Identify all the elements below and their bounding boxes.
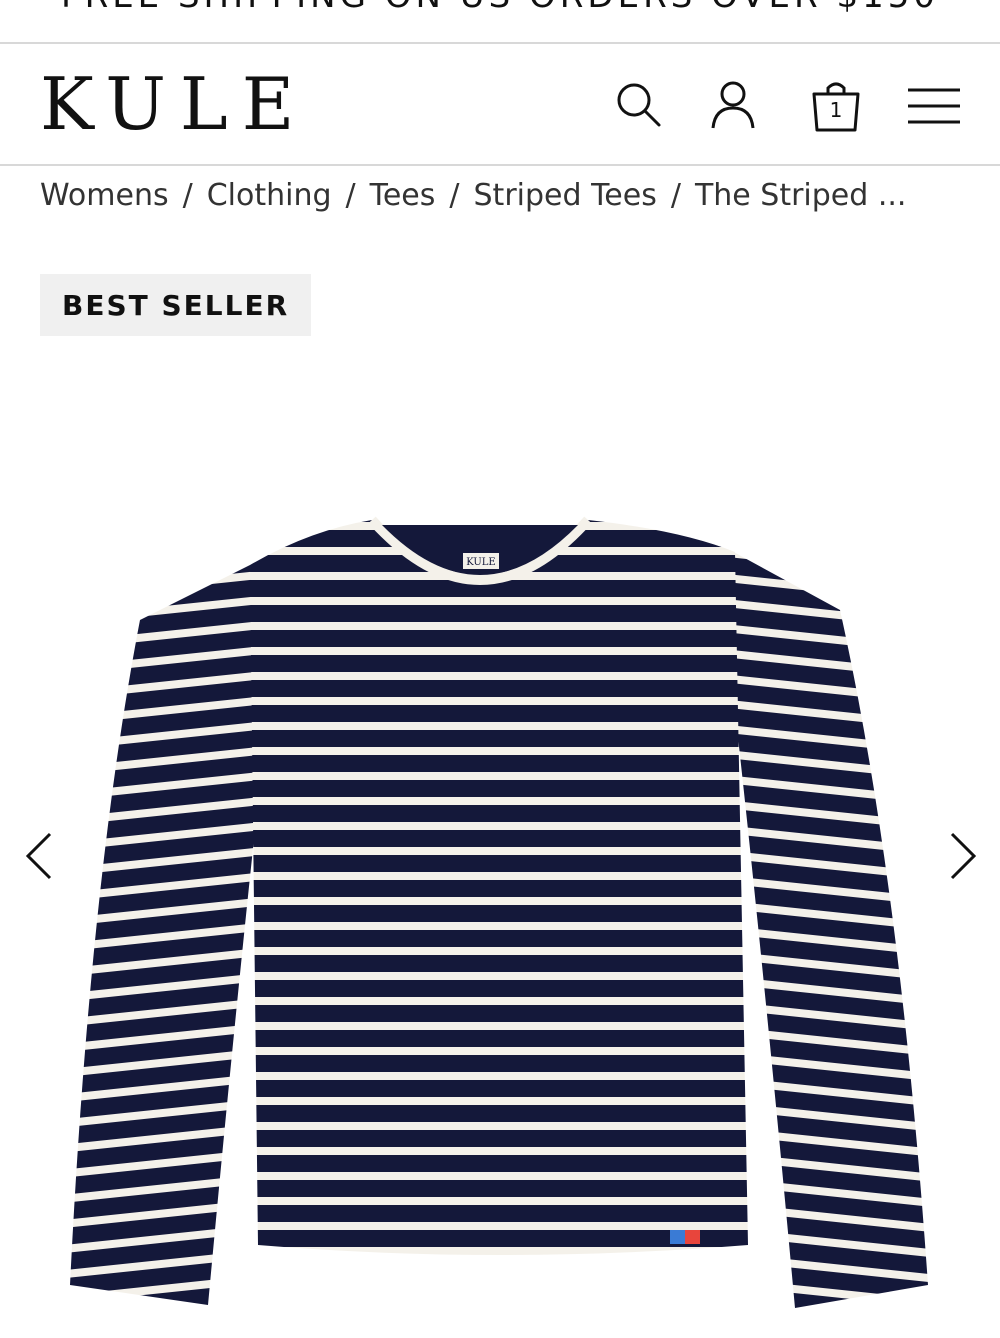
breadcrumb-separator: / bbox=[670, 178, 681, 213]
breadcrumb-striped-tees[interactable]: Striped Tees bbox=[474, 178, 657, 213]
hamburger-menu-icon[interactable] bbox=[906, 78, 962, 134]
cart-count: 1 bbox=[829, 98, 843, 122]
brand-logo[interactable]: KULE bbox=[40, 62, 308, 146]
breadcrumb-separator: / bbox=[345, 178, 356, 213]
site-header: KULE 1 bbox=[0, 44, 1000, 166]
best-seller-label: BEST SELLER bbox=[62, 288, 290, 322]
account-icon[interactable] bbox=[705, 78, 761, 134]
promo-bar: FREE SHIPPING ON US ORDERS OVER $150 bbox=[0, 0, 1000, 44]
product-image[interactable]: KULE bbox=[0, 380, 1000, 1333]
best-seller-badge: BEST SELLER bbox=[40, 274, 312, 336]
breadcrumb-womens[interactable]: Womens bbox=[40, 178, 169, 213]
chevron-right-icon[interactable] bbox=[930, 820, 990, 890]
breadcrumb-separator: / bbox=[449, 178, 460, 213]
breadcrumb: Womens / Clothing / Tees / Striped Tees / The St… bbox=[40, 178, 980, 224]
breadcrumb-tees[interactable]: Tees bbox=[370, 178, 436, 213]
striped-long-sleeve-tee-image: KULE bbox=[70, 516, 928, 1308]
breadcrumb-separator: / bbox=[182, 178, 193, 213]
breadcrumb-current-product: The Striped ... bbox=[694, 178, 907, 213]
chevron-left-icon[interactable] bbox=[15, 820, 75, 890]
breadcrumb-clothing[interactable]: Clothing bbox=[207, 178, 332, 213]
shopping-bag-icon[interactable]: 1 bbox=[808, 78, 864, 134]
garment-tag-text: KULE bbox=[466, 557, 495, 568]
search-icon[interactable] bbox=[610, 78, 666, 134]
promo-text: FREE SHIPPING ON US ORDERS OVER $150 bbox=[0, 0, 1000, 16]
